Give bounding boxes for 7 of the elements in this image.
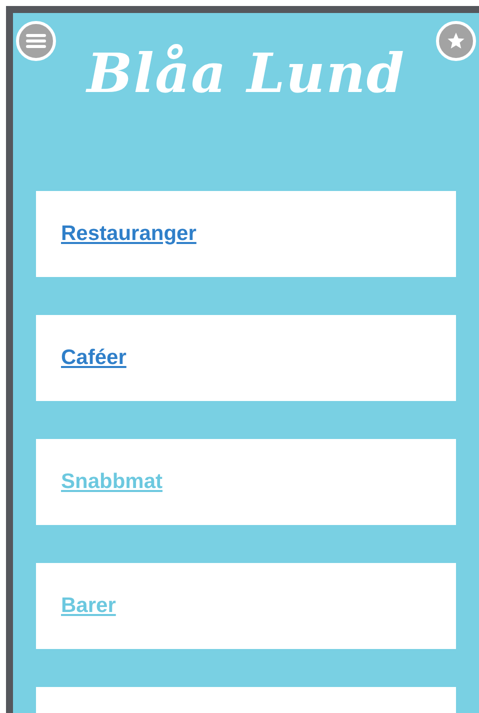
category-link[interactable]: Caféer <box>61 346 126 370</box>
menu-button[interactable] <box>16 21 56 61</box>
menu-icon <box>26 33 46 49</box>
app-title: Blåa Lund <box>86 41 406 105</box>
star-icon <box>446 31 466 51</box>
category-link[interactable]: Restauranger <box>61 222 196 246</box>
favorites-button[interactable] <box>436 21 476 61</box>
